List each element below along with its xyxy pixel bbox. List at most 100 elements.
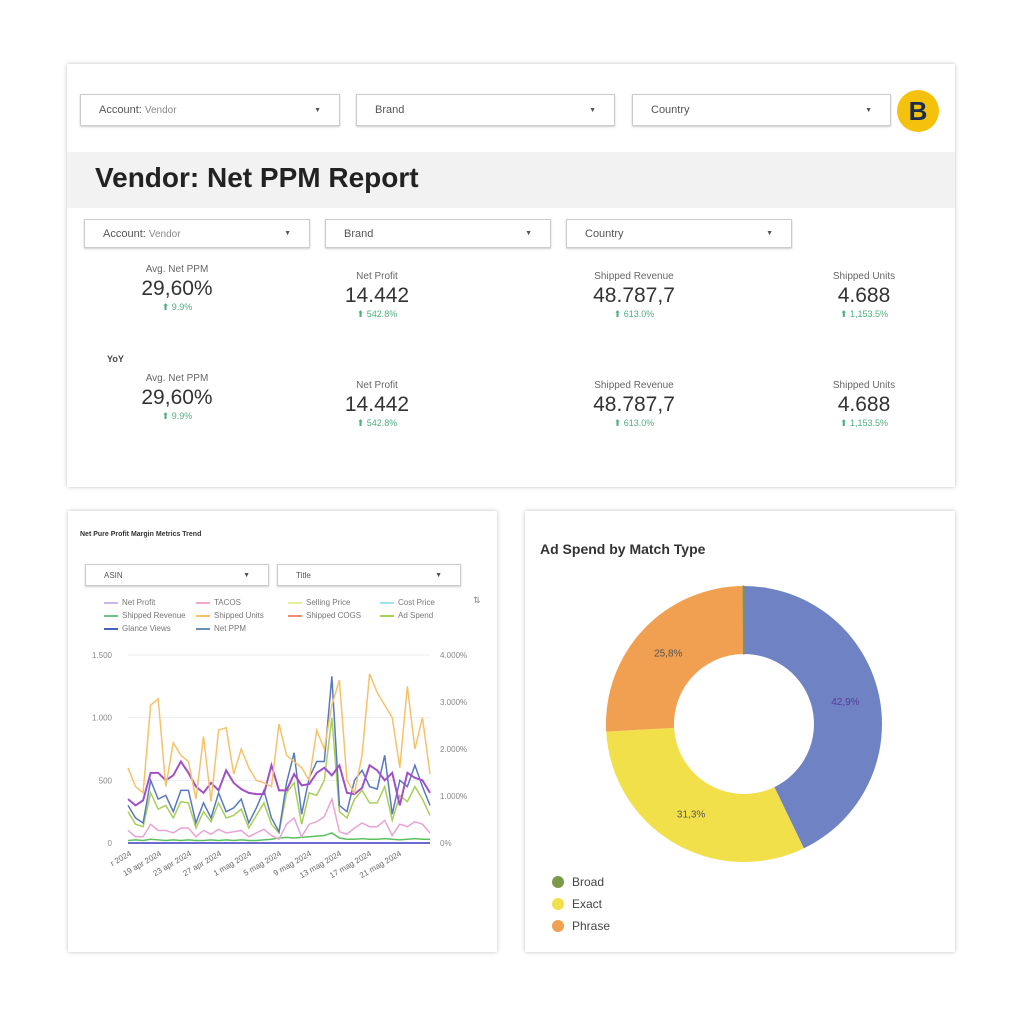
kpi-change-value: 542.8% — [366, 309, 398, 319]
trend-line-chart: 0 500 1.000 1.500 0% 1.000% 2.000% 3.000% 4.000%… — [92, 651, 467, 880]
account-subfilter-dropdown[interactable]: Account: Vendor ▼ — [84, 219, 310, 248]
kpi-value: 4.688 — [837, 393, 891, 416]
kpi-label: Shipped Units — [832, 271, 896, 282]
legend-label: Phrase — [572, 919, 611, 933]
kpi-value: 4.688 — [837, 284, 891, 307]
y-right-tick-label: 1.000% — [440, 792, 467, 801]
kpi-card: Net Profit 14.442 ⬆ 542.8% — [297, 271, 457, 320]
kpi-change-value: 1,153.5% — [850, 309, 889, 319]
y-left-tick-label: 500 — [99, 776, 113, 785]
brand-logo: B — [897, 90, 939, 132]
arrow-up-icon: ⬆ — [161, 411, 170, 421]
kpi-card: Shipped Units 4.688 ⬆ 1,153.5% — [784, 380, 944, 429]
donut-legend-item[interactable]: Phrase — [552, 919, 610, 933]
kpi-change: ⬆ 9.9% — [97, 411, 257, 422]
chevron-down-icon: ▼ — [766, 230, 773, 237]
legend-label: Broad — [572, 875, 605, 889]
kpi-change: ⬆ 542.8% — [297, 309, 457, 320]
filter-value: Vendor — [144, 105, 177, 116]
kpi-label: Avg. Net PPM — [145, 373, 209, 384]
legend-swatch — [552, 898, 564, 910]
kpi-value: 48.787,7 — [593, 284, 675, 307]
chevron-down-icon: ▼ — [314, 106, 321, 114]
kpi-label: Shipped Revenue — [594, 380, 674, 391]
chevron-down-icon: ▼ — [865, 106, 872, 114]
legend-label: Exact — [572, 897, 603, 911]
kpi-change-value: 613.0% — [623, 418, 655, 428]
kpi-label: Net Profit — [356, 271, 398, 282]
filter-label: Brand — [344, 227, 374, 240]
arrow-up-icon: ⬆ — [356, 418, 365, 428]
slice-label: 31,3% — [677, 810, 705, 821]
kpi-label: Avg. Net PPM — [145, 264, 209, 275]
country-subfilter-dropdown[interactable]: Country ▼ — [566, 219, 792, 248]
kpi-value: 14.442 — [344, 393, 410, 416]
kpi-card: Shipped Revenue 48.787,7 ⬆ 613.0% — [554, 271, 714, 320]
chevron-down-icon: ▼ — [284, 230, 291, 237]
donut-slice[interactable] — [742, 585, 745, 655]
arrow-up-icon: ⬆ — [161, 302, 170, 312]
chevron-down-icon: ▼ — [525, 230, 532, 237]
report-header-panel: Account: Vendor ▼ Brand ▼ Country ▼ B Vendo… — [67, 64, 955, 487]
kpi-change: ⬆ 613.0% — [554, 418, 714, 429]
legend-swatch — [552, 920, 564, 932]
series-line-glance-views — [127, 676, 431, 835]
filter-label: Country — [651, 104, 690, 116]
kpi-change: ⬆ 1,153.5% — [784, 309, 944, 320]
brand-subfilter-dropdown[interactable]: Brand ▼ — [325, 219, 551, 248]
filter-label: Account: — [103, 227, 146, 240]
series-line-shipped-units — [127, 673, 431, 802]
kpi-card: Net Profit 14.442 ⬆ 542.8% — [297, 380, 457, 429]
kpi-change-value: 9.9% — [171, 302, 193, 312]
yoy-label: YoY — [107, 354, 124, 364]
page-title: Vendor: Net PPM Report — [95, 162, 419, 193]
kpi-value: 14.442 — [344, 284, 410, 307]
kpi-change-value: 613.0% — [623, 309, 655, 319]
kpi-card: Avg. Net PPM 29,60% ⬆ 9.9% — [97, 264, 257, 313]
arrow-up-icon: ⬆ — [613, 418, 622, 428]
y-left-tick-label: 1.000 — [92, 714, 113, 723]
donut-slice[interactable] — [606, 727, 804, 862]
ad-spend-panel: Ad Spend by Match Type 42,9% 31,3% 25,8% B… — [525, 511, 955, 952]
kpi-change: ⬆ 613.0% — [554, 309, 714, 320]
filter-label: Country — [585, 227, 624, 240]
y-right-tick-label: 3.000% — [440, 698, 467, 707]
kpi-change: ⬆ 9.9% — [97, 302, 257, 313]
kpi-change: ⬆ 542.8% — [297, 418, 457, 429]
kpi-change: ⬆ 1,153.5% — [784, 418, 944, 429]
y-right-tick-label: 2.000% — [440, 745, 467, 754]
filter-label: Brand — [375, 104, 405, 116]
series-line-net-profit — [127, 759, 431, 807]
chevron-down-icon: ▼ — [589, 106, 596, 114]
filter-value: Vendor — [148, 228, 181, 240]
donut-legend-item[interactable]: Exact — [552, 897, 602, 911]
arrow-up-icon: ⬆ — [356, 309, 365, 319]
legend-swatch — [552, 876, 564, 888]
y-left-tick-label: 1.500 — [92, 651, 113, 660]
title-bar: Vendor: Net PPM Report — [67, 152, 955, 208]
donut-legend-item[interactable]: Broad — [552, 875, 604, 889]
country-filter-dropdown[interactable]: Country ▼ — [632, 94, 891, 126]
kpi-card: Shipped Units 4.688 ⬆ 1,153.5% — [784, 271, 944, 320]
y-right-tick-label: 4.000% — [440, 651, 467, 660]
slice-label: 25,8% — [654, 649, 682, 660]
arrow-up-icon: ⬆ — [839, 418, 848, 428]
kpi-change-value: 1,153.5% — [850, 418, 889, 428]
slice-label: 42,9% — [831, 697, 859, 708]
kpi-change-value: 9.9% — [171, 411, 193, 421]
kpi-card: Avg. Net PPM 29,60% ⬆ 9.9% — [97, 373, 257, 422]
y-right-tick-label: 0% — [440, 839, 452, 848]
trend-chart-panel: Net Pure Profit Margin Metrics Trend ASI… — [68, 511, 497, 952]
brand-filter-dropdown[interactable]: Brand ▼ — [356, 94, 615, 126]
kpi-value: 48.787,7 — [593, 393, 675, 416]
account-filter-dropdown[interactable]: Account: Vendor ▼ — [80, 94, 340, 126]
y-left-tick-label: 0 — [108, 839, 113, 848]
kpi-label: Shipped Revenue — [594, 271, 674, 282]
arrow-up-icon: ⬆ — [613, 309, 622, 319]
kpi-label: Shipped Units — [832, 380, 896, 391]
kpi-value: 29,60% — [141, 386, 213, 409]
kpi-value: 29,60% — [141, 277, 213, 300]
kpi-card: Shipped Revenue 48.787,7 ⬆ 613.0% — [554, 380, 714, 429]
kpi-change-value: 542.8% — [366, 418, 398, 428]
kpi-label: Net Profit — [356, 380, 398, 391]
